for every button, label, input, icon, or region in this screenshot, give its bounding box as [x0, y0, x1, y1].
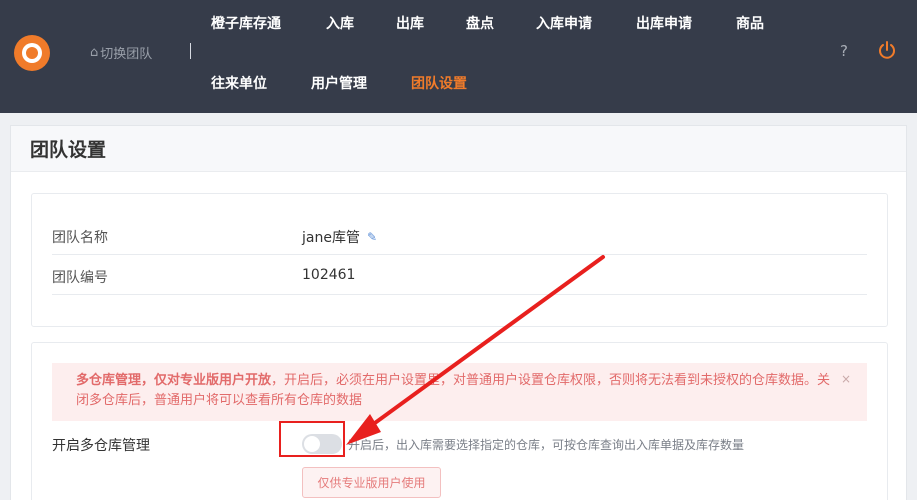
switch-team-label: 切换团队 [100, 47, 153, 62]
multi-warehouse-description: 开启后，出入库需要选择指定的仓库，可按仓库查询出入库单据及库存数量 [348, 438, 745, 452]
nav-item-user-management[interactable]: 用户管理 [311, 73, 367, 93]
team-name-text: jane库管 [302, 230, 360, 246]
home-icon: ⌂ [90, 45, 99, 60]
team-name-row: 团队名称 jane库管 ✎ [52, 215, 867, 255]
pro-only-button[interactable]: 仅供专业版用户使用 [302, 467, 441, 498]
pro-feature-alert: 多仓库管理，仅对专业版用户开放，开启后，必须在用户设置里，对普通用户设置仓库权限… [52, 363, 867, 421]
switch-team-link[interactable]: ⌂ 切换团队 [90, 43, 152, 62]
team-name-value: jane库管 ✎ [302, 227, 377, 247]
card-header: 团队设置 [11, 126, 906, 172]
nav-item-outbound-request[interactable]: 出库申请 [636, 13, 692, 33]
power-icon[interactable] [877, 40, 897, 60]
nav-item-partners[interactable]: 往来单位 [211, 73, 267, 93]
multi-warehouse-box: 多仓库管理，仅对专业版用户开放，开启后，必须在用户设置里，对普通用户设置仓库权限… [31, 342, 888, 500]
multi-warehouse-toggle[interactable] [302, 434, 342, 454]
help-icon[interactable]: ? [840, 42, 848, 60]
nav-item-products[interactable]: 商品 [736, 13, 764, 33]
team-settings-card: 团队设置 团队名称 jane库管 ✎ 团队编号 102461 多仓库管理，仅对专… [10, 125, 907, 500]
team-id-label: 团队编号 [52, 270, 108, 286]
nav-item-team-settings[interactable]: 团队设置 [411, 73, 467, 93]
nav-item-inbound[interactable]: 入库 [326, 13, 354, 33]
nav-item-product-name[interactable]: 橙子库存通 [211, 13, 281, 33]
team-id-row: 团队编号 102461 [52, 255, 867, 295]
toggle-knob [304, 436, 320, 452]
multi-warehouse-label: 开启多仓库管理 [52, 438, 150, 454]
nav-divider [190, 43, 191, 59]
nav-item-stocktake[interactable]: 盘点 [466, 13, 494, 33]
nav-item-inbound-request[interactable]: 入库申请 [536, 13, 592, 33]
close-icon[interactable]: × [841, 369, 851, 389]
nav-item-outbound[interactable]: 出库 [396, 13, 424, 33]
top-navbar: ⌂ 切换团队 橙子库存通 入库 出库 盘点 入库申请 出库申请 商品 往来单位 … [0, 0, 917, 113]
team-name-label: 团队名称 [52, 230, 108, 246]
app-logo[interactable] [14, 35, 50, 71]
team-id-value: 102461 [302, 267, 356, 283]
alert-bold-text: 多仓库管理，仅对专业版用户开放 [76, 373, 272, 388]
page-title: 团队设置 [30, 139, 107, 161]
team-info-box: 团队名称 jane库管 ✎ 团队编号 102461 [31, 193, 888, 327]
edit-icon[interactable]: ✎ [367, 230, 377, 244]
